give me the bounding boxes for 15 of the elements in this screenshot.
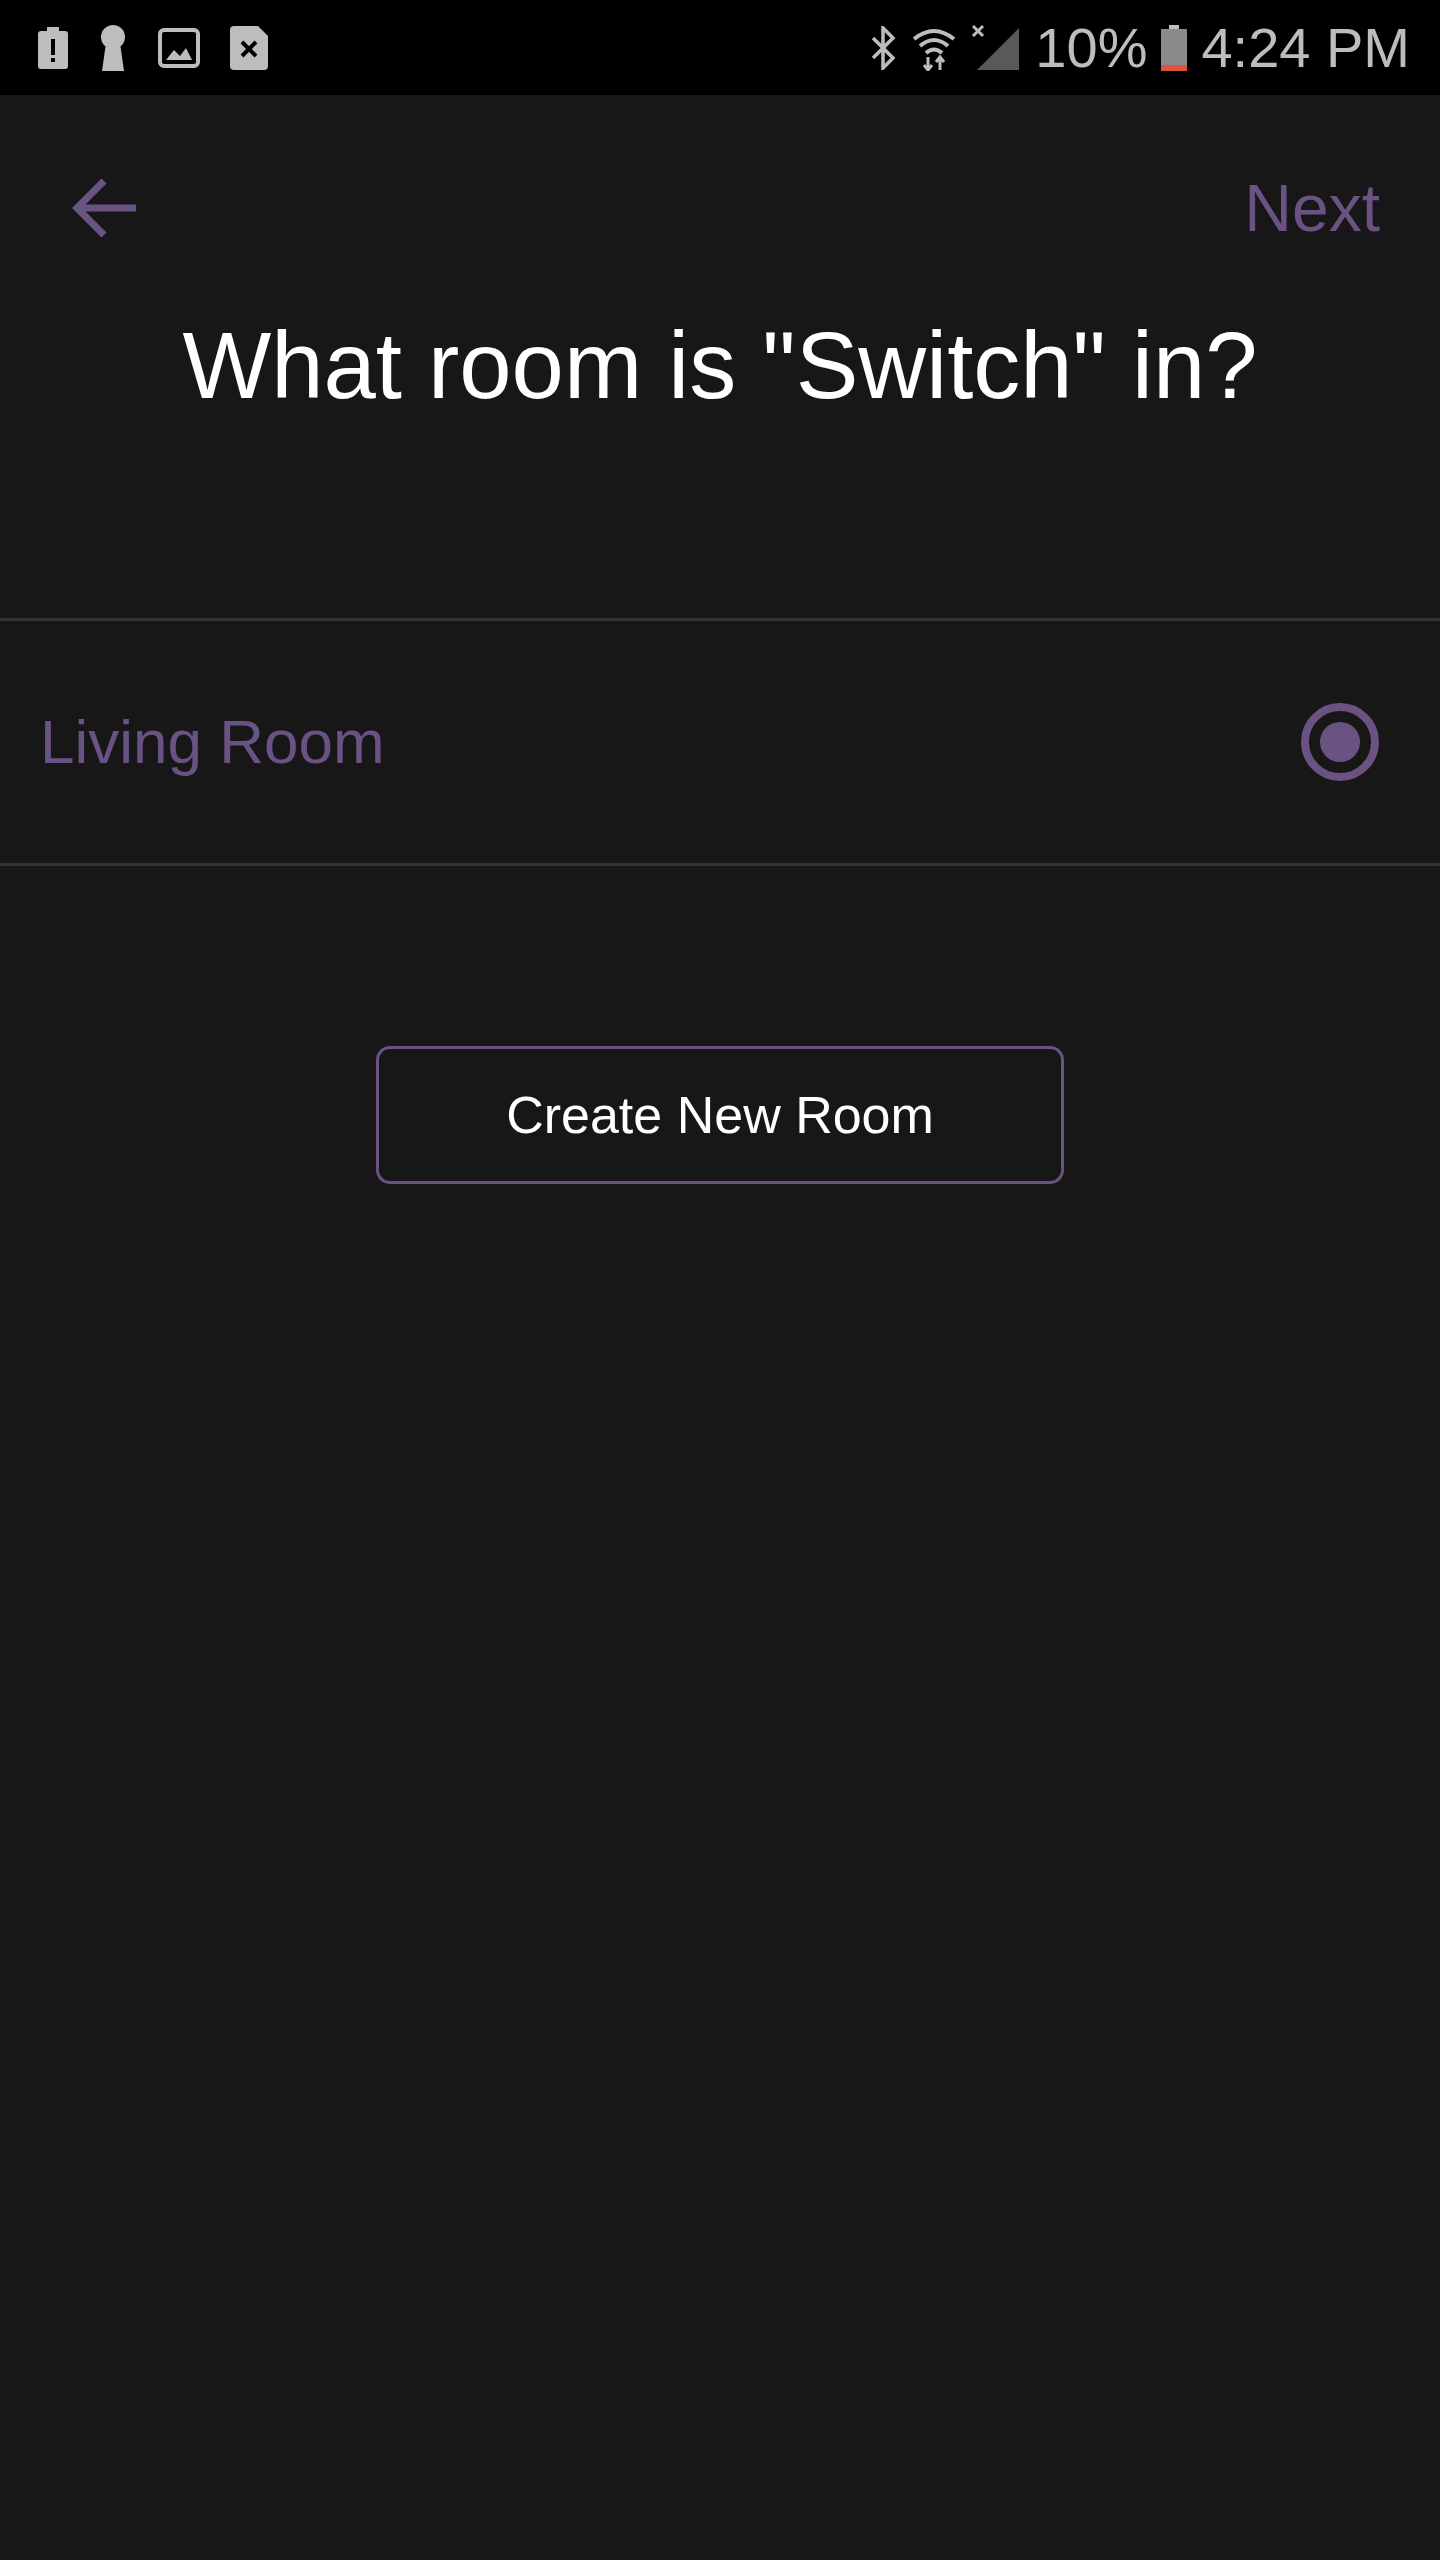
battery-percent: 10% bbox=[1035, 15, 1148, 80]
battery-icon bbox=[1161, 24, 1188, 71]
page-title: What room is "Switch" in? bbox=[181, 312, 1259, 420]
keyhole-icon bbox=[98, 24, 128, 71]
radio-button[interactable] bbox=[1300, 701, 1380, 782]
signal-icon bbox=[971, 23, 1022, 72]
next-button[interactable]: Next bbox=[1244, 169, 1380, 246]
create-room-button[interactable]: Create New Room bbox=[376, 1045, 1064, 1184]
clock: 4:24 PM bbox=[1201, 15, 1410, 80]
file-x-icon bbox=[230, 25, 268, 70]
bluetooth-icon bbox=[871, 25, 898, 70]
image-icon bbox=[158, 27, 200, 68]
room-name: Living Room bbox=[40, 706, 385, 778]
room-row[interactable]: Living Room bbox=[0, 620, 1440, 866]
alert-icon bbox=[38, 26, 68, 69]
